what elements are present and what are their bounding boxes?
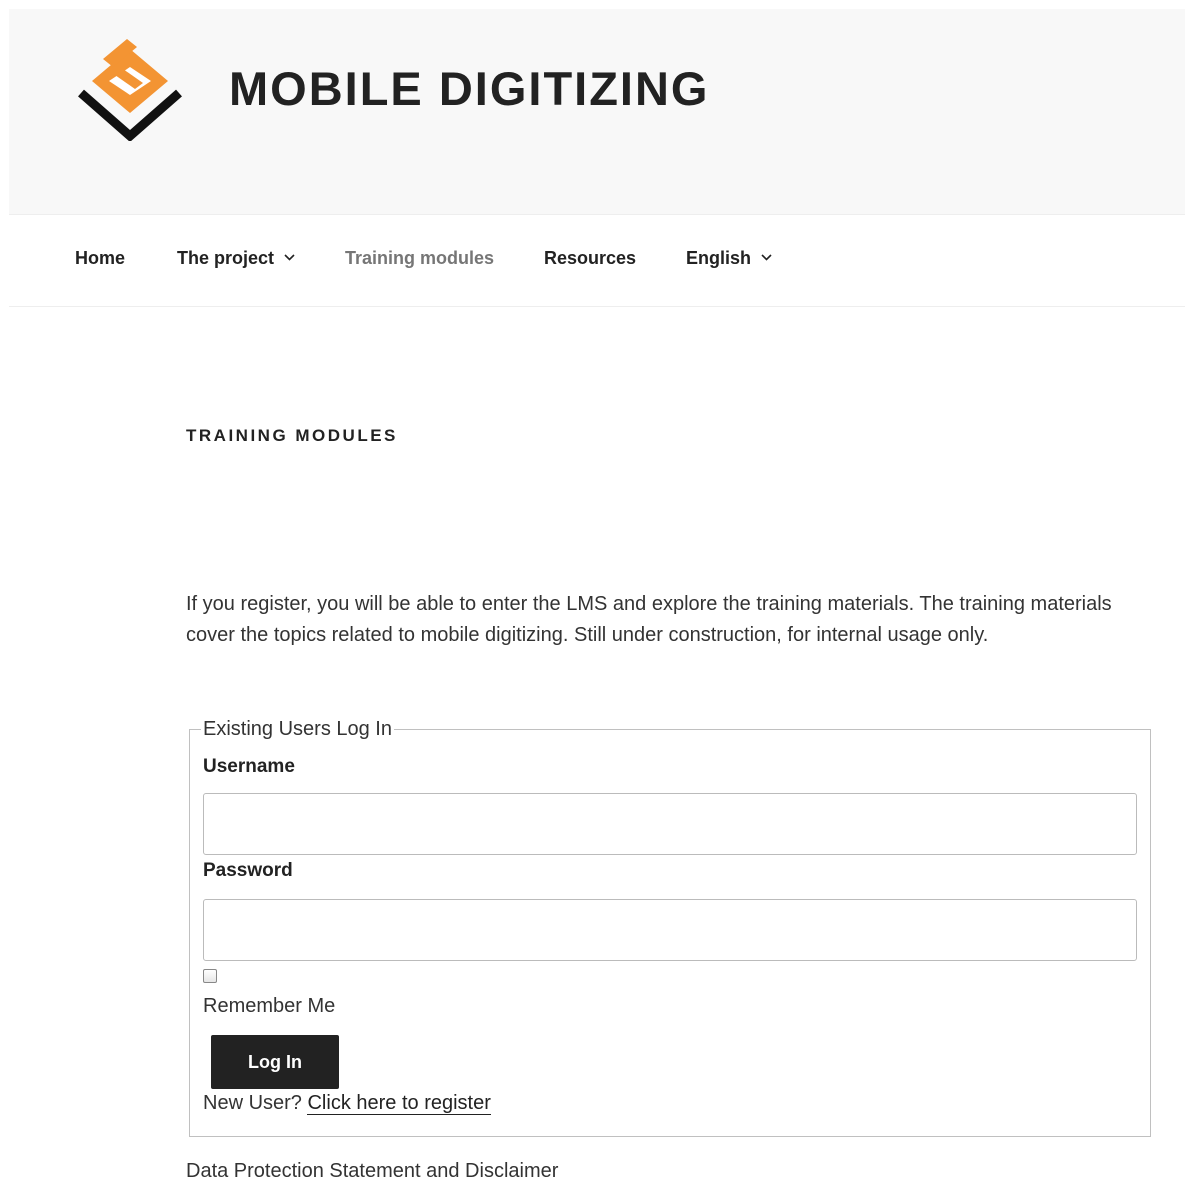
- data-protection-link[interactable]: Data Protection Statement and Disclaimer: [186, 1160, 558, 1183]
- username-input[interactable]: [203, 793, 1137, 855]
- username-label: Username: [203, 756, 295, 777]
- md-diamond-logo-icon[interactable]: [77, 37, 183, 141]
- remember-me-label[interactable]: Remember Me: [203, 995, 335, 1018]
- intro-text: If you register, you will be able to ent…: [186, 593, 1112, 646]
- nav-item-resources[interactable]: Resources: [544, 248, 636, 269]
- nav-item-training-modules[interactable]: Training modules: [345, 248, 494, 269]
- chevron-down-icon: [284, 254, 295, 261]
- nav-item-label: English: [686, 248, 752, 268]
- nav-item-english[interactable]: English: [686, 248, 772, 269]
- nav-item-label: The project: [177, 248, 275, 268]
- nav-item-label: Home: [75, 248, 126, 268]
- page-title: TRAINING MODULES: [186, 426, 398, 445]
- site-header: MOBILE DIGITIZING: [9, 9, 1185, 215]
- nav-item-label: Resources: [544, 248, 637, 268]
- password-label: Password: [203, 860, 293, 881]
- nav-item-label: Training modules: [345, 248, 495, 268]
- new-user-line: New User? Click here to register: [203, 1092, 491, 1115]
- page: MOBILE DIGITIZING Home The project Train…: [9, 9, 1185, 1184]
- log-in-button[interactable]: Log In: [211, 1035, 339, 1089]
- remember-me-checkbox[interactable]: [203, 969, 217, 983]
- site-title[interactable]: MOBILE DIGITIZING: [229, 65, 709, 112]
- register-link[interactable]: Click here to register: [307, 1092, 491, 1115]
- password-input[interactable]: [203, 899, 1137, 961]
- chevron-down-icon: [761, 254, 772, 261]
- nav-item-the-project[interactable]: The project: [177, 248, 295, 269]
- main-navigation: Home The project Training modules Resour…: [9, 215, 1185, 307]
- new-user-text: New User?: [203, 1092, 302, 1114]
- login-legend: Existing Users Log In: [201, 715, 394, 743]
- nav-item-home[interactable]: Home: [75, 248, 125, 269]
